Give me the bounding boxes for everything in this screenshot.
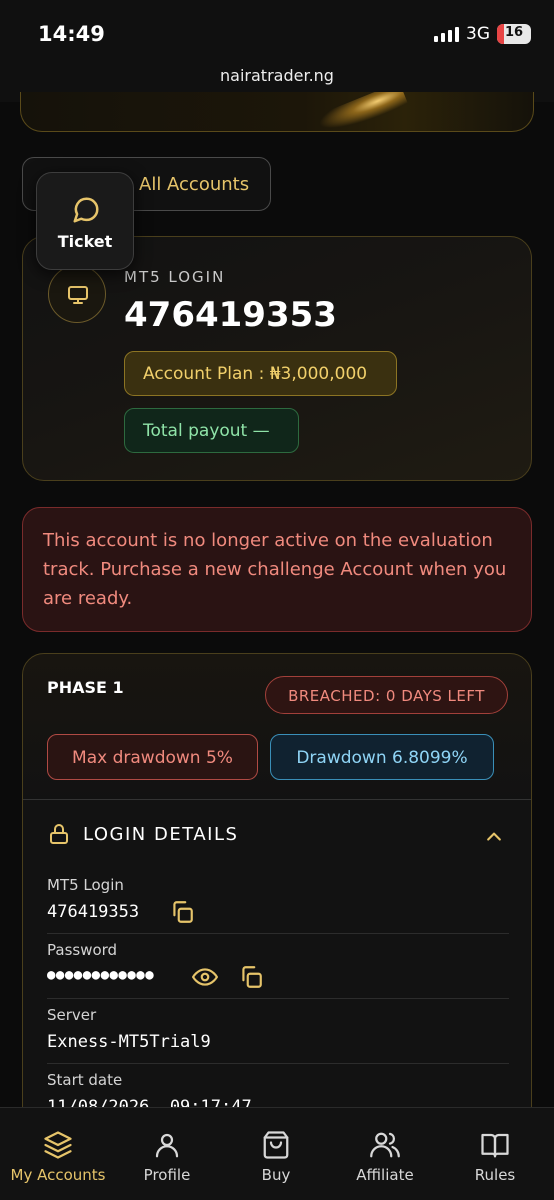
nav-label: Profile	[143, 1166, 191, 1184]
hero-banner	[20, 92, 534, 132]
signal-icon	[434, 26, 459, 42]
status-time: 14:49	[38, 22, 105, 46]
nav-label: Affiliate	[356, 1166, 414, 1184]
book-icon	[481, 1133, 509, 1158]
start-date-field-label: Start date	[47, 1071, 123, 1089]
current-drawdown-badge: Drawdown 6.8099%	[270, 734, 494, 780]
account-plan-badge: Account Plan : ₦3,000,000	[124, 351, 397, 396]
phase-title: PHASE 1	[47, 678, 124, 697]
all-accounts-label: All Accounts	[139, 174, 250, 195]
nav-rules[interactable]: Rules	[440, 1108, 550, 1200]
shopping-bag-icon	[263, 1131, 289, 1159]
mt5-login-field-label: MT5 Login	[47, 876, 124, 894]
nav-label: My Accounts	[10, 1166, 106, 1184]
password-field-label: Password	[47, 941, 118, 959]
nav-affiliate[interactable]: Affiliate	[330, 1108, 440, 1200]
total-payout-badge: Total payout —	[124, 408, 299, 453]
copy-icon[interactable]	[238, 964, 264, 990]
chat-bubble-icon	[73, 197, 99, 223]
layers-icon	[44, 1131, 72, 1159]
bottom-nav: My Accounts Profile Buy Affiliate Rules	[0, 1107, 554, 1200]
nav-label: Rules	[474, 1166, 516, 1184]
inactive-account-alert: This account is no longer active on the …	[22, 507, 532, 632]
mt5-login-number: 476419353	[124, 295, 337, 335]
light-streak-graphic	[315, 92, 409, 131]
status-bar: 14:49 3G 16	[0, 0, 554, 56]
password-field-value: ●●●●●●●●●●●●	[47, 967, 155, 983]
server-field-label: Server	[47, 1006, 97, 1024]
field-divider	[47, 933, 509, 934]
lock-icon	[50, 824, 68, 844]
ticket-label: Ticket	[57, 232, 113, 251]
nav-my-accounts[interactable]: My Accounts	[3, 1108, 113, 1200]
alert-message: This account is no longer active on the …	[43, 530, 507, 609]
battery-icon: 16	[497, 24, 531, 44]
login-details-heading[interactable]: LOGIN DETAILS	[83, 824, 238, 845]
users-icon	[370, 1132, 400, 1158]
nav-buy[interactable]: Buy	[221, 1108, 331, 1200]
nav-label: Buy	[261, 1166, 291, 1184]
max-drawdown-badge: Max drawdown 5%	[47, 734, 258, 780]
mt5-login-field-value: 476419353	[47, 902, 140, 922]
account-card: MT5 LOGIN 476419353 Account Plan : ₦3,00…	[22, 236, 532, 481]
divider	[23, 799, 531, 800]
user-icon	[155, 1133, 179, 1158]
server-field-value: Exness-MT5Trial9	[47, 1032, 211, 1052]
eye-icon[interactable]	[192, 964, 218, 990]
copy-icon[interactable]	[169, 899, 195, 925]
nav-profile[interactable]: Profile	[112, 1108, 222, 1200]
mt5-login-label: MT5 LOGIN	[124, 268, 226, 286]
network-type: 3G	[466, 24, 490, 44]
account-icon-circle	[48, 265, 106, 323]
field-divider	[47, 1063, 509, 1064]
ticket-button[interactable]: Ticket	[36, 172, 134, 270]
battery-level: 16	[504, 25, 524, 40]
field-divider	[47, 998, 509, 999]
breach-status-badge: BREACHED: 0 DAYS LEFT	[265, 676, 508, 714]
url-text: nairatrader.ng	[220, 66, 334, 85]
monitor-icon	[68, 286, 88, 304]
chevron-up-icon[interactable]	[484, 827, 504, 847]
